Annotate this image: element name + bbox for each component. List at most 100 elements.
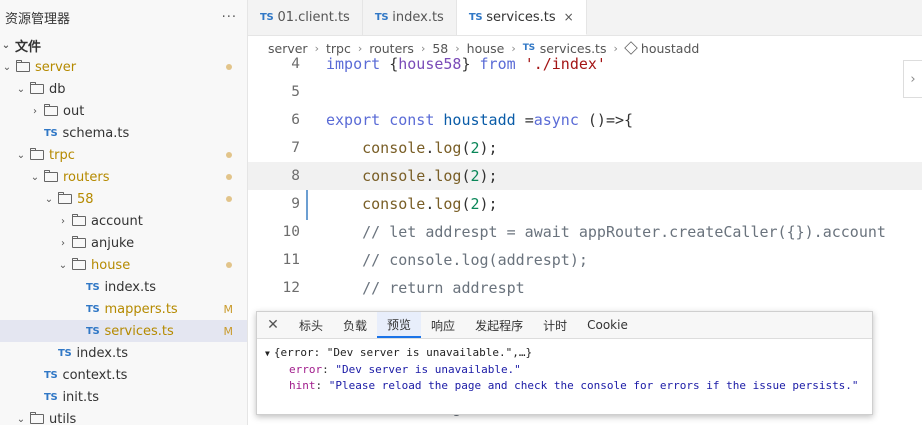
chevron-down-icon[interactable]: ⌄ <box>43 194 55 205</box>
code-text: import {house58} from './index' <box>326 55 606 73</box>
field-colon: : <box>315 379 329 392</box>
tree-item[interactable]: ⌄ house <box>0 254 247 276</box>
tree-item[interactable]: ⌄ server <box>0 56 247 78</box>
chevron-right-icon[interactable]: › <box>57 238 69 249</box>
tree-item-label: mappers.ts <box>104 301 178 317</box>
code-token: // return addrespt <box>326 279 525 297</box>
field-value: "Dev server is unavailable." <box>335 363 521 376</box>
tree-item[interactable]: ›TSmappers.tsM <box>0 298 247 320</box>
code-token: ()=>{ <box>587 111 634 129</box>
code-token: log <box>434 139 462 157</box>
code-line[interactable]: 9 console.log(2); <box>248 190 922 218</box>
tree-item[interactable]: ›TScontext.ts <box>0 364 247 386</box>
tree-item[interactable]: ⌄ utils <box>0 408 247 425</box>
devtools-tab[interactable]: 预览 <box>377 312 422 338</box>
tree-item[interactable]: ›TSschema.ts <box>0 122 247 144</box>
close-icon[interactable]: × <box>564 10 574 24</box>
tree-item-label: utils <box>49 411 77 425</box>
code-text: // return addrespt <box>326 279 525 297</box>
code-line[interactable]: 10 // let addrespt = await appRouter.cre… <box>248 218 922 246</box>
tree-item[interactable]: ⌄ trpc <box>0 144 247 166</box>
code-token: ( <box>461 195 471 213</box>
editor-tab[interactable]: TS services.ts × <box>456 0 587 35</box>
chevron-down-icon[interactable]: ⌄ <box>29 172 41 183</box>
code-token: './index' <box>524 55 606 73</box>
tree-item-label: schema.ts <box>62 125 130 141</box>
code-line[interactable]: 11 // console.log(addrespt); <box>248 246 922 274</box>
modified-dot <box>226 64 232 70</box>
preview-body: ▼ {error: "Dev server is unavailable.",…}… <box>257 339 872 394</box>
editor-tab[interactable]: TS index.ts <box>363 0 457 35</box>
chevron-right-icon[interactable]: › <box>903 60 922 98</box>
code-token: ); <box>479 139 498 157</box>
more-actions-icon[interactable]: ··· <box>222 10 237 25</box>
typescript-file-icon: TS <box>44 127 58 139</box>
tree-item[interactable]: ›TSinit.ts <box>0 386 247 408</box>
code-token: from <box>479 55 525 73</box>
tree-item[interactable]: ⌄ db <box>0 78 247 100</box>
triangle-down-icon[interactable]: ▼ <box>265 349 270 358</box>
code-token: console <box>362 167 426 185</box>
response-field: error: "Dev server is unavailable." <box>265 362 872 378</box>
code-token: 2 <box>470 195 480 213</box>
code-line[interactable]: 6 export const houstadd =async ()=>{ <box>248 106 922 134</box>
tab-label: index.ts <box>392 10 444 25</box>
tree-item-label: out <box>63 103 85 119</box>
code-line[interactable]: 12 // return addrespt <box>248 274 922 302</box>
code-token: import <box>326 55 390 73</box>
response-summary[interactable]: ▼ {error: "Dev server is unavailable.",…} <box>265 345 872 362</box>
typescript-file-icon: TS <box>260 12 274 23</box>
devtools-tab[interactable]: 发起程序 <box>465 312 533 338</box>
tree-item[interactable]: ⌄ 文件 <box>0 34 247 56</box>
folder-icon <box>30 148 44 160</box>
code-token: log <box>434 195 462 213</box>
field-value: "Please reload the page and check the co… <box>328 379 859 392</box>
modified-badge: M <box>223 324 234 338</box>
code-token: houstadd <box>443 111 525 129</box>
tree-item[interactable]: › account <box>0 210 247 232</box>
devtools-tab[interactable]: 计时 <box>533 312 577 338</box>
tree-item[interactable]: › anjuke <box>0 232 247 254</box>
tree-item-label: services.ts <box>104 323 174 339</box>
code-token: = <box>524 111 534 129</box>
tree-item[interactable]: ›TSindex.ts <box>0 342 247 364</box>
chevron-down-icon[interactable]: ⌄ <box>57 260 69 271</box>
explorer-header: 资源管理器 ··· <box>0 0 247 34</box>
code-token: console <box>362 195 426 213</box>
close-icon[interactable]: ✕ <box>257 317 289 333</box>
code-line[interactable]: 4 import {house58} from './index' <box>248 50 922 78</box>
code-line[interactable]: 5 <box>248 78 922 106</box>
code-token: 2 <box>470 139 480 157</box>
chevron-down-icon[interactable]: ⌄ <box>1 62 13 73</box>
code-line[interactable]: 7 console.log(2); <box>248 134 922 162</box>
devtools-tab[interactable]: 负载 <box>333 312 377 338</box>
chevron-down-icon[interactable]: ⌄ <box>0 40 12 51</box>
folder-icon <box>72 236 86 248</box>
tree-item[interactable]: › out <box>0 100 247 122</box>
folder-icon <box>44 104 58 116</box>
tree-item[interactable]: ›TSservices.tsM <box>0 320 247 342</box>
summary-text: {error: "Dev server is unavailable.",…} <box>273 346 533 359</box>
code-token: export const <box>326 111 444 129</box>
devtools-tab[interactable]: 标头 <box>289 312 333 338</box>
code-line[interactable]: 8 console.log(2); <box>248 162 922 190</box>
tree-item[interactable]: ⌄ 58 <box>0 188 247 210</box>
tree-item[interactable]: ›TSindex.ts <box>0 276 247 298</box>
chevron-right-icon[interactable]: › <box>57 216 69 227</box>
code-token: house58 <box>398 55 462 73</box>
editor-tab[interactable]: TS 01.client.ts <box>248 0 363 35</box>
modified-dot <box>226 262 232 268</box>
chevron-down-icon[interactable]: ⌄ <box>15 84 27 95</box>
chevron-down-icon[interactable]: ⌄ <box>15 414 27 425</box>
chevron-right-icon[interactable]: › <box>29 106 41 117</box>
tab-label: services.ts <box>486 9 556 25</box>
devtools-tab[interactable]: 响应 <box>421 312 465 338</box>
devtools-tab[interactable]: Cookie <box>577 312 638 338</box>
chevron-down-icon[interactable]: ⌄ <box>15 150 27 161</box>
line-number: 9 <box>291 196 300 212</box>
tree-item-label: context.ts <box>62 367 128 383</box>
code-token: ( <box>461 167 471 185</box>
tree-item[interactable]: ⌄ routers <box>0 166 247 188</box>
tab-label: 01.client.ts <box>277 10 350 25</box>
